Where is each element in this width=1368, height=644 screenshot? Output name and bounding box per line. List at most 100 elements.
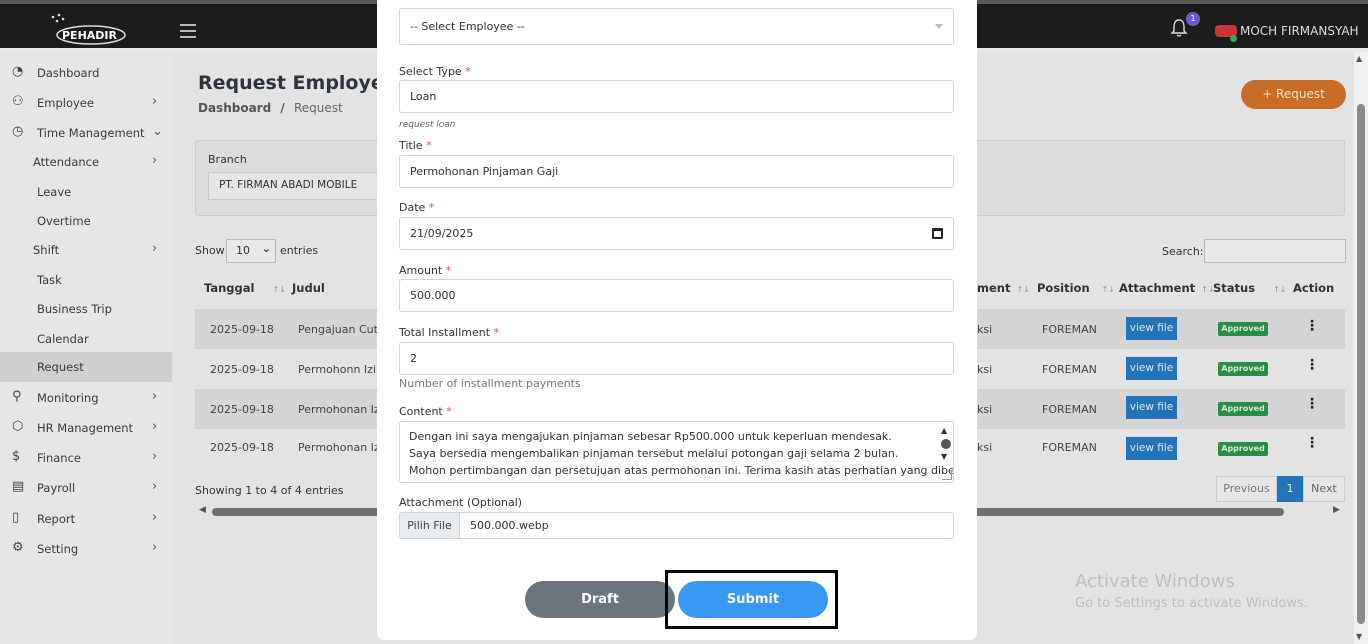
sidebar-item-monitoring[interactable]: ⚲ Monitoring › — [0, 383, 172, 413]
installment-label: Total Installment * — [399, 326, 499, 339]
type-label-text: Select Type — [399, 65, 462, 78]
sidebar-item-setting[interactable]: ⚙ Setting › — [0, 534, 172, 564]
pagination-next[interactable]: Next — [1303, 476, 1345, 502]
cell-judul: Permohonn Izin — [298, 363, 383, 376]
show-label: Show — [195, 244, 225, 257]
add-request-button[interactable]: + Request — [1241, 80, 1346, 109]
column-header-status[interactable]: Status ↑↓ — [1213, 281, 1286, 295]
sidebar-item-label: Time Management — [37, 126, 145, 140]
type-select[interactable]: Loan — [399, 80, 954, 113]
column-header-position[interactable]: Position ↑↓ — [1037, 281, 1115, 295]
column-header-judul[interactable]: Judul — [292, 281, 325, 295]
cell-position: FOREMAN — [1042, 323, 1097, 336]
amount-input[interactable]: 500.000 — [399, 279, 954, 312]
sidebar-item-leave[interactable]: Leave — [0, 177, 172, 207]
more-actions-icon[interactable]: ⋮ — [1305, 318, 1319, 334]
view-file-button[interactable]: view file — [1126, 437, 1177, 460]
date-label: Date * — [399, 201, 434, 214]
sidebar-item-time-management[interactable]: ◷ Time Management ⌄ — [0, 118, 172, 148]
textarea-scroll-up-icon[interactable]: ▲ — [941, 426, 947, 435]
scroll-down-icon[interactable]: ▼ — [1356, 632, 1362, 641]
more-actions-icon[interactable]: ⋮ — [1305, 396, 1319, 412]
column-header-attachment[interactable]: Attachment ↑↓ — [1119, 281, 1215, 295]
cell-judul: Permohonan Izi — [298, 441, 383, 454]
windows-watermark-title: Activate Windows — [1075, 571, 1235, 592]
installment-input[interactable]: 2 — [399, 342, 954, 375]
sidebar-item-hr-management[interactable]: ⬡ HR Management › — [0, 413, 172, 443]
column-header-tanggal[interactable]: Tanggal ↑↓ — [204, 281, 286, 295]
sidebar-item-report[interactable]: ▯ Report › — [0, 504, 172, 534]
sidebar-item-request[interactable]: Request — [0, 352, 172, 382]
branch-select[interactable]: PT. FIRMAN ABADI MOBILE — [208, 172, 378, 200]
scroll-up-icon[interactable]: ▲ — [1356, 54, 1362, 63]
vertical-scrollbar[interactable] — [1357, 104, 1365, 624]
table-info: Showing 1 to 4 of 4 entries — [195, 484, 344, 497]
sidebar-item-label: Setting — [37, 542, 79, 556]
choose-file-button[interactable]: Pilih File — [400, 513, 460, 538]
view-file-button[interactable]: view file — [1126, 357, 1177, 380]
scroll-left-icon[interactable]: ◀ — [199, 505, 206, 515]
more-actions-icon[interactable]: ⋮ — [1305, 435, 1319, 451]
status-badge: Approved — [1218, 442, 1268, 456]
cell-tanggal: 2025-09-18 — [210, 403, 274, 416]
search-label: Search: — [1162, 245, 1204, 258]
required-marker: * — [493, 326, 500, 339]
gear-icon: ⚙ — [12, 540, 24, 555]
sidebar-item-label: Attendance — [33, 155, 100, 169]
resize-handle-icon[interactable] — [942, 470, 952, 480]
required-marker: * — [426, 139, 432, 152]
column-header-label: ment — [977, 281, 1011, 295]
sidebar-item-shift[interactable]: Shift › — [0, 235, 172, 265]
sidebar-item-label: Business Trip — [37, 302, 112, 316]
sidebar-item-task[interactable]: Task — [0, 265, 172, 295]
sidebar-item-business-trip[interactable]: Business Trip — [0, 294, 172, 324]
pagination-page-1[interactable]: 1 — [1277, 476, 1303, 502]
amount-label: Amount * — [399, 264, 451, 277]
date-label-text: Date — [399, 201, 426, 214]
windows-watermark-subtitle: Go to Settings to activate Windows. — [1075, 596, 1308, 611]
online-status-dot — [1230, 35, 1237, 42]
pehadir-logo[interactable]: PEHADIR — [48, 12, 128, 48]
chevron-right-icon: › — [152, 94, 158, 109]
sidebar-item-attendance[interactable]: Attendance › — [0, 147, 172, 177]
cell-position: FOREMAN — [1042, 403, 1097, 416]
clock-icon: ◷ — [12, 124, 24, 139]
textarea-scroll-down-icon[interactable]: ▼ — [941, 452, 947, 461]
user-name[interactable]: MOCH FIRMANSYAH — [1240, 24, 1359, 38]
cell-position: FOREMAN — [1042, 363, 1097, 376]
more-actions-icon[interactable]: ⋮ — [1305, 357, 1319, 373]
status-badge: Approved — [1218, 402, 1268, 416]
cell-department: ksi — [977, 323, 993, 336]
textarea-scroll-thumb[interactable] — [941, 439, 951, 449]
draft-button[interactable]: Draft — [525, 581, 675, 618]
sort-icon: ↑↓ — [1016, 285, 1030, 294]
employee-select[interactable]: -- Select Employee -- — [399, 8, 954, 45]
file-icon: ▯ — [12, 510, 20, 525]
title-input[interactable]: Permohonan Pinjaman Gaji — [399, 155, 954, 188]
cube-icon: ⬡ — [12, 419, 24, 434]
breadcrumb-dashboard[interactable]: Dashboard — [198, 101, 271, 115]
table-search-input[interactable] — [1204, 239, 1346, 263]
sidebar-item-finance[interactable]: $ Finance › — [0, 443, 172, 473]
sidebar-item-payroll[interactable]: ▤ Payroll › — [0, 473, 172, 503]
sidebar-item-calendar[interactable]: Calendar — [0, 324, 172, 354]
sort-icon: ↑↓ — [272, 285, 286, 294]
pagination-previous[interactable]: Previous — [1216, 476, 1277, 502]
content-textarea[interactable]: Dengan ini saya mengajukan pinjaman sebe… — [399, 421, 954, 483]
scroll-right-icon[interactable]: ▶ — [1333, 505, 1340, 515]
column-header-label: Position — [1037, 281, 1090, 295]
chevron-right-icon: › — [152, 389, 158, 404]
calendar-icon[interactable] — [932, 228, 943, 239]
sidebar-item-overtime[interactable]: Overtime — [0, 206, 172, 236]
attachment-file-input[interactable]: Pilih File 500.000.webp — [399, 512, 954, 539]
view-file-button[interactable]: view file — [1126, 396, 1177, 419]
page-title: Request Employee — [198, 72, 397, 94]
cell-tanggal: 2025-09-18 — [210, 441, 274, 454]
page-length-select[interactable]: 10 ⌄ — [226, 239, 276, 263]
menu-toggle-icon[interactable] — [180, 24, 196, 42]
view-file-button[interactable]: view file — [1126, 317, 1177, 340]
column-header-department[interactable]: ment ↑↓ — [977, 281, 1030, 295]
sidebar-item-employee[interactable]: ⚇ Employee › — [0, 88, 172, 118]
date-input[interactable]: 21/09/2025 — [399, 217, 954, 250]
sidebar-item-dashboard[interactable]: ◔ Dashboard — [0, 58, 172, 88]
